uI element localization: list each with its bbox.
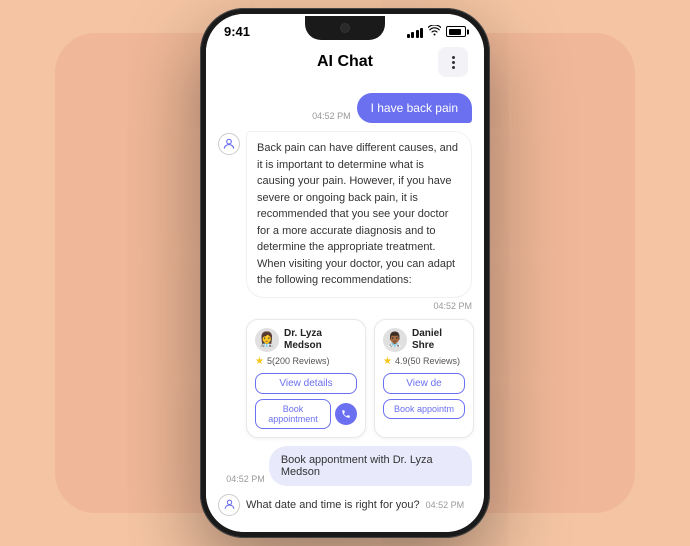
status-time: 9:41 <box>224 24 250 39</box>
ai-response-time: 04:52 PM <box>246 301 472 311</box>
doctor-card-2: 👨🏾‍⚕️ Daniel Shre ★ 4.9(50 Reviews) View… <box>374 319 474 438</box>
star-icon: ★ <box>255 356 264 367</box>
book-appointment-button-1[interactable]: Book appointment <box>255 399 331 429</box>
doctor-1-avatar: 👩‍⚕️ <box>255 328 279 352</box>
question-ai-avatar <box>218 494 240 516</box>
question-row: What date and time is right for you? 04:… <box>218 494 472 516</box>
question-time: 04:52 PM <box>426 500 465 510</box>
user-bubble: I have back pain <box>357 93 472 123</box>
user-message: 04:52 PM I have back pain <box>218 93 472 123</box>
phone-screen: 9:41 <box>206 14 484 532</box>
ai-response-bubble: Back pain can have different causes, and… <box>246 131 472 298</box>
user-message-time: 04:52 PM <box>312 111 351 121</box>
question-text: What date and time is right for you? <box>246 499 420 511</box>
phone-wrapper: 9:41 <box>200 8 490 538</box>
page-title: AI Chat <box>252 53 438 71</box>
call-button-1[interactable] <box>335 403 357 425</box>
ai-message: Back pain can have different causes, and… <box>218 131 472 311</box>
doctor-2-rating-text: 4.9(50 Reviews) <box>395 356 460 366</box>
view-details-button-2[interactable]: View de <box>383 373 465 394</box>
chat-area: 04:52 PM I have back pain Back pain can … <box>206 85 484 532</box>
doctor-1-header: 👩‍⚕️ Dr. Lyza Medson <box>255 328 357 352</box>
doctor-1-name: Dr. Lyza Medson <box>284 328 357 352</box>
book-appointment-button-2[interactable]: Book appointm <box>383 399 465 419</box>
book-row-1: Book appointment <box>255 399 357 429</box>
doctor-2-avatar: 👨🏾‍⚕️ <box>383 328 407 352</box>
doctor-card-1: 👩‍⚕️ Dr. Lyza Medson ★ 5(200 Reviews) Vi… <box>246 319 366 438</box>
top-nav: AI Chat <box>206 43 484 85</box>
notch-camera <box>340 23 350 33</box>
book-row-2: Book appointm <box>383 399 465 419</box>
dots-icon <box>452 56 455 69</box>
doctor-2-rating: ★ 4.9(50 Reviews) <box>383 356 465 367</box>
doctor-2-name: Daniel Shre <box>412 328 465 352</box>
notch <box>305 16 385 40</box>
booking-confirm-bubble: Book appontment with Dr. Lyza Medson <box>269 446 472 486</box>
ai-avatar <box>218 133 240 155</box>
signal-icon <box>407 26 424 38</box>
ai-bubble-wrap: Back pain can have different causes, and… <box>246 131 472 311</box>
star-icon-2: ★ <box>383 356 392 367</box>
doctor-1-rating-text: 5(200 Reviews) <box>267 356 330 366</box>
doctors-row: 👩‍⚕️ Dr. Lyza Medson ★ 5(200 Reviews) Vi… <box>246 319 472 438</box>
doctor-1-rating: ★ 5(200 Reviews) <box>255 356 357 367</box>
status-icons <box>407 25 467 39</box>
phone-shell: 9:41 <box>200 8 490 538</box>
view-details-button-1[interactable]: View details <box>255 373 357 394</box>
booking-confirm-time: 04:52 PM <box>226 474 265 484</box>
battery-icon <box>446 26 466 37</box>
menu-button[interactable] <box>438 47 468 77</box>
wifi-icon <box>428 25 441 39</box>
doctor-2-header: 👨🏾‍⚕️ Daniel Shre <box>383 328 465 352</box>
booking-confirm-message: 04:52 PM Book appontment with Dr. Lyza M… <box>218 446 472 486</box>
